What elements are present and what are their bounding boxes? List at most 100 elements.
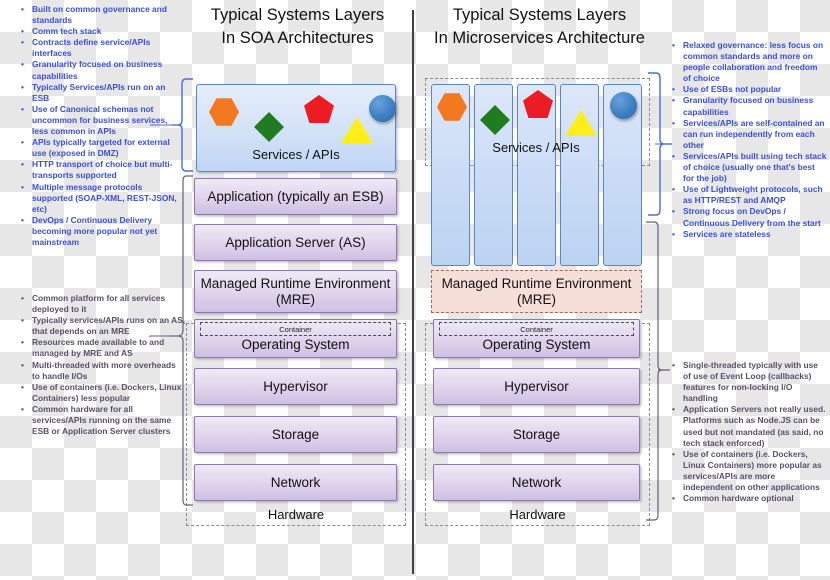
ms-layer-mre: Managed Runtime Environment (MRE) — [431, 270, 642, 313]
bullet-glyph: • — [672, 228, 675, 239]
note-text: Multi-threaded with more overheads to ha… — [32, 359, 176, 381]
soa-layer-network: Network — [194, 464, 397, 501]
note-text: Use of containers (i.e. Dockers, Linux C… — [32, 381, 182, 403]
diagram-canvas: • Built on common governance and standard… — [0, 0, 830, 580]
note-bullet-item: • Services/APIs are self-contained an can… — [667, 118, 827, 151]
ms-layer-network: Network — [433, 464, 640, 501]
notes-soa-top: • Built on common governance and standard… — [16, 4, 182, 248]
note-bullet-item: • Application Servers not really used. Pl… — [667, 404, 827, 448]
note-text: Application Servers not really used. Pla… — [683, 404, 826, 448]
note-bullet-item: • Contracts define service/APIs interface… — [16, 37, 182, 59]
note-text: Relaxed governance: less focus on common… — [683, 40, 824, 84]
note-text: Granularity focused on business capabili… — [32, 59, 163, 81]
title-soa-line2: In SOA Architectures — [221, 29, 374, 47]
bullet-glyph: • — [672, 184, 675, 195]
note-text: Use of containers (i.e. Dockers, Linux C… — [683, 448, 822, 493]
note-text: Comm tech stack — [32, 26, 102, 37]
note-text: Granularity focused on business capabili… — [683, 95, 814, 117]
ms-layer-hypervisor: Hypervisor — [433, 368, 640, 405]
note-bullet-item: • Typically services/APIs runs on an AS, … — [16, 315, 186, 337]
note-text: Services/APIs built using tech stack of … — [683, 150, 827, 184]
bullet-glyph: • — [21, 103, 24, 114]
bullet-glyph: • — [672, 360, 675, 370]
note-text: Use of Lightweight protocols, such as HT… — [683, 184, 823, 206]
ms-service-column — [560, 84, 599, 266]
note-bullet-item: • APIs typically targeted for external us… — [16, 137, 182, 159]
ms-service-column — [431, 84, 470, 266]
diamond-icon — [254, 112, 284, 142]
note-bullet-item: • Strong focus on DevOps / Continuous Del… — [667, 206, 827, 228]
diamond-icon — [480, 105, 510, 135]
soa-layer-storage: Storage — [194, 416, 397, 453]
note-text: Multiple message protocols supported (SO… — [32, 181, 177, 214]
soa-container-strip: Container — [200, 322, 391, 336]
note-text: Contracts define service/APIs interfaces — [32, 37, 151, 59]
title-microservices: Typical Systems Layers In Microservices … — [432, 4, 647, 50]
circle-icon — [369, 95, 396, 122]
note-bullet-item: • Granularity focused on business capabil… — [667, 95, 827, 117]
title-ms-line1: Typical Systems Layers — [452, 6, 627, 24]
note-bullet-item: • Use of Canonical schemas not uncommon f… — [16, 104, 182, 137]
ms-layer-storage: Storage — [433, 416, 640, 453]
note-text: Common hardware for all services/APIs ru… — [32, 403, 172, 437]
soa-hardware-label: Hardware — [267, 507, 325, 522]
bullet-glyph: • — [21, 181, 24, 192]
note-bullet-item: • Single-threaded typically with use of u… — [667, 360, 827, 404]
note-text: Services are stateless — [683, 228, 771, 239]
note-bullet-item: • Multi-threaded with more overheads to h… — [16, 360, 186, 382]
column-divider — [412, 10, 415, 574]
bullet-glyph: • — [672, 206, 675, 217]
soa-layer-application: Application (typically an ESB) — [194, 178, 397, 215]
bullet-glyph: • — [672, 84, 675, 95]
note-text: APIs typically targeted for external use… — [32, 137, 170, 159]
note-bullet-item: • Use of ESBs not popular — [667, 84, 827, 95]
note-bullet-item: • Use of containers (i.e. Dockers, Linux … — [16, 382, 186, 404]
note-text: Services/APIs are self-contained an can … — [683, 117, 825, 150]
bullet-glyph: • — [672, 448, 675, 459]
bullet-glyph: • — [672, 404, 675, 415]
note-text: Use of Canonical schemas not uncommon fo… — [32, 103, 168, 137]
bullet-glyph: • — [21, 26, 24, 37]
triangle-icon — [565, 110, 597, 136]
bullet-glyph: • — [21, 293, 24, 303]
note-bullet-item: • Typically Services/APIs run on an ESB — [16, 82, 182, 104]
note-text: Built on common governance and standards — [32, 4, 167, 26]
note-bullet-item: • Services are stateless — [667, 229, 827, 240]
note-bullet-item: • Granularity focused on business capabil… — [16, 59, 182, 81]
bullet-glyph: • — [672, 150, 675, 161]
hexagon-icon — [209, 98, 239, 126]
note-bullet-item: • Comm tech stack — [16, 26, 182, 37]
bullet-glyph: • — [21, 337, 24, 348]
note-text: Typically Services/APIs run on an ESB — [32, 81, 166, 103]
title-ms-line2: In Microservices Architecture — [434, 29, 645, 47]
note-bullet-item: • Multiple message protocols supported (S… — [16, 182, 182, 215]
circle-icon — [610, 92, 637, 119]
note-bullet-item: • Use of containers (i.e. Dockers, Linux … — [667, 449, 827, 493]
bullet-glyph: • — [672, 40, 675, 50]
bullet-glyph: • — [21, 381, 24, 392]
soa-services-box: Services / APIs — [196, 84, 396, 172]
soa-layer-application-server: Application Server (AS) — [194, 224, 397, 261]
notes-soa-bottom: • Common platform for all services deploy… — [16, 293, 186, 437]
bullet-glyph: • — [672, 95, 675, 106]
bullet-glyph: • — [21, 4, 24, 14]
title-soa-line1: Typical Systems Layers — [210, 6, 385, 24]
ms-service-column — [603, 84, 642, 266]
bullet-glyph: • — [21, 159, 24, 170]
note-bullet-item: • Services/APIs built using tech stack of… — [667, 151, 827, 184]
notes-microservices-bottom: • Single-threaded typically with use of u… — [667, 360, 827, 504]
note-bullet-item: • Built on common governance and standard… — [16, 4, 182, 26]
note-text: HTTP transport of choice but multi-trans… — [32, 159, 173, 181]
note-bullet-item: • HTTP transport of choice but multi-tran… — [16, 159, 182, 181]
note-text: DevOps / Continuous Delivery becoming mo… — [32, 214, 158, 247]
title-soa: Typical Systems Layers In SOA Architectu… — [190, 4, 405, 50]
bullet-glyph: • — [672, 117, 675, 128]
note-bullet-item: • Resources made available to and managed… — [16, 337, 186, 359]
bullet-glyph: • — [21, 137, 24, 148]
note-text: Typically services/APIs runs on an AS, t… — [32, 315, 186, 337]
bullet-glyph: • — [21, 214, 24, 225]
bullet-glyph: • — [21, 59, 24, 70]
bullet-glyph: • — [21, 359, 24, 370]
note-bullet-item: • Use of Lightweight protocols, such as H… — [667, 184, 827, 206]
bullet-glyph: • — [21, 37, 24, 48]
